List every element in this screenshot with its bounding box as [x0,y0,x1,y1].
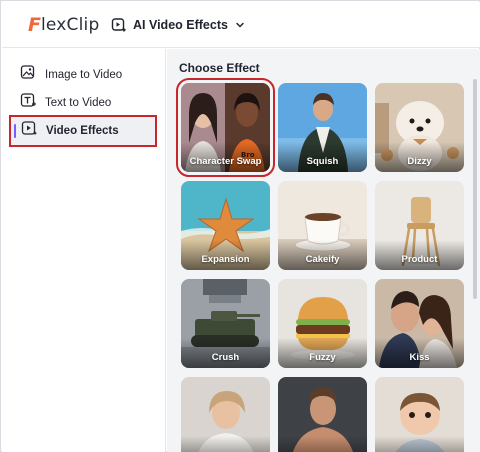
chevron-down-icon [234,19,246,31]
sidebar-item-video-effects[interactable]: Video Effects [9,115,157,147]
effect-label: Squish [306,156,339,167]
video-effects-icon [21,120,38,142]
flexclip-logo[interactable]: FlexClip [28,14,99,36]
effect-label: Expansion [201,254,250,265]
caption-shade [375,436,464,452]
effect-label: Dizzy [407,156,432,167]
app-frame: FlexClip AI Video Effects Image to Video… [0,0,480,452]
product-switcher[interactable]: AI Video Effects [111,14,246,36]
effect-card-dizzy[interactable]: Dizzy [375,83,464,172]
scrollbar[interactable] [473,79,477,299]
effect-card-product[interactable]: Product [375,181,464,270]
effect-card-fuzzy[interactable]: Fuzzy [278,279,367,368]
effect-card-row4-1[interactable] [181,377,270,452]
effects-panel: Choose Effect Bro Character Swap [167,49,480,452]
effect-label: Cakeify [305,254,340,265]
section-title: Choose Effect [179,61,260,75]
image-video-icon [20,64,37,86]
effect-label: Character Swap [189,156,262,167]
effect-card-row4-3[interactable] [375,377,464,452]
sidebar-item-label: Text to Video [45,97,112,109]
sidebar-item-text-to-video[interactable]: Text to Video [12,90,158,116]
caption-shade [278,436,367,452]
effect-label: Fuzzy [309,352,336,363]
effect-card-crush[interactable]: Crush [181,279,270,368]
effect-card-squish[interactable]: Squish [278,83,367,172]
effect-card-expansion[interactable]: Expansion [181,181,270,270]
effect-card-cakeify[interactable]: Cakeify [278,181,367,270]
effect-label: Product [401,254,438,265]
logo-text: lexClip [40,15,100,35]
video-effects-icon [111,17,127,33]
effect-card-row4-2[interactable] [278,377,367,452]
sidebar-item-label: Video Effects [46,125,119,137]
text-video-icon [20,92,37,114]
effect-label: Kiss [409,352,430,363]
sidebar-item-label: Image to Video [45,69,123,81]
effect-label: Crush [211,352,240,363]
effect-card-kiss[interactable]: Kiss [375,279,464,368]
top-header: FlexClip AI Video Effects [2,2,480,48]
sidebar: Image to Video Text to Video Video Effec… [2,49,166,452]
effect-card-character-swap[interactable]: Bro Character Swap [176,78,275,177]
logo-initial: F [28,14,41,36]
sidebar-item-image-to-video[interactable]: Image to Video [12,62,158,88]
product-label: AI Video Effects [133,18,228,32]
caption-shade [181,436,270,452]
